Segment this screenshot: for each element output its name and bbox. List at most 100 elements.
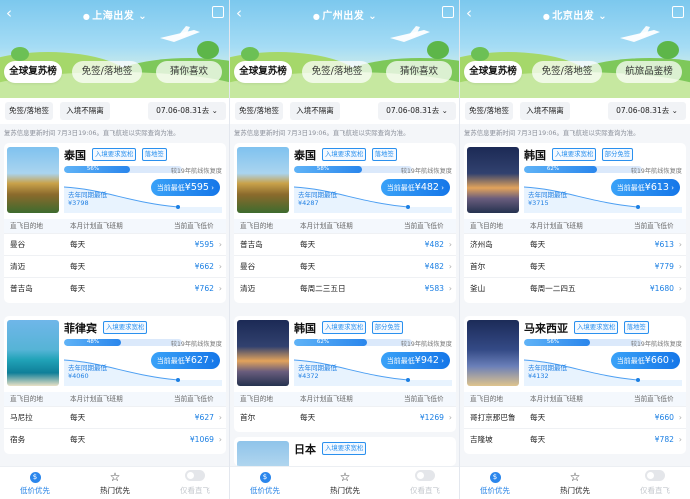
last-year-label: 去年同期最低 (298, 364, 337, 372)
last-year-price: ¥4287 (298, 199, 319, 207)
filter-chip-1[interactable]: 免签/落地签 (465, 102, 513, 120)
toggle-icon (625, 470, 685, 484)
lowest-price-button[interactable]: 当前最低¥482 › (380, 179, 450, 196)
flight-row[interactable]: 普吉岛 每天 ¥762 › (4, 277, 226, 299)
lowest-price-button[interactable]: 当前最低¥613 › (610, 179, 680, 196)
nav-item-2[interactable]: ☆ 热门优先 (315, 470, 375, 496)
destination-card[interactable]: 菲律宾 入境要求宽松 48% 较19年航线恢复度 去年同期最低 ¥4060 当前最低¥627… (4, 316, 226, 454)
nav-item-3[interactable]: 仅看直飞 (395, 470, 455, 496)
flight-row[interactable]: 吉隆坡 每天 ¥782 › (464, 428, 686, 450)
lowest-label: 当前最低 (616, 357, 645, 365)
tab-2[interactable]: 免签/落地签 (532, 61, 602, 83)
destination-city: 普吉岛 (240, 240, 263, 249)
flight-row[interactable]: 马尼拉 每天 ¥627 › (4, 406, 226, 428)
lowest-price-button[interactable]: 当前最低¥627 › (150, 352, 220, 369)
chevron-right-icon: › (218, 435, 222, 444)
departure-city-selector[interactable]: ● 广州出发 ⌄ (230, 7, 459, 22)
last-year-label: 去年同期最低 (68, 364, 107, 372)
last-year-price: ¥4372 (298, 372, 319, 380)
tab-2[interactable]: 免签/落地签 (302, 61, 372, 83)
flight-schedule: 每天 (70, 284, 86, 293)
destination-city: 哥打京那巴鲁 (470, 413, 516, 422)
star-outline-icon: ☆ (339, 470, 351, 484)
flight-row[interactable]: 普吉岛 每天 ¥482 › (234, 233, 456, 255)
lowest-price-button[interactable]: 当前最低¥942 › (380, 352, 450, 369)
tab-1[interactable]: 全球复苏榜 (4, 61, 62, 83)
flight-row[interactable]: 哥打京那巴鲁 每天 ¥660 › (464, 406, 686, 428)
nav-item-1[interactable]: $ 低价优先 (5, 470, 65, 496)
category-tabs: 全球复苏榜 免签/落地签 航旅品鉴榜 (460, 61, 690, 85)
date-range-filter[interactable]: 07.06-08.31去 ⌄ (608, 102, 686, 120)
destination-city: 济州岛 (470, 240, 493, 249)
tab-3[interactable]: 猜你喜欢 (156, 61, 222, 83)
destination-card[interactable]: 韩国 入境要求宽松 部分免签 62% 较19年航线恢复度 去年同期最低 ¥3715 当前最低¥… (464, 143, 686, 303)
filter-chip-1[interactable]: 免签/落地签 (235, 102, 283, 120)
direct-price: ¥613 (654, 240, 674, 249)
column-header: 当前直飞低价 (404, 222, 444, 230)
flight-schedule: 每天 (300, 240, 316, 249)
share-icon[interactable] (442, 6, 454, 18)
nav-item-1[interactable]: $ 低价优先 (235, 470, 295, 496)
lowest-price-button[interactable]: 当前最低¥595 › (150, 179, 220, 196)
chevron-right-icon: › (448, 284, 452, 293)
nav-item-2[interactable]: ☆ 热门优先 (545, 470, 605, 496)
direct-flight-table-header: 直飞目的地 本月计划直飞班期 当前直飞低价 (4, 219, 226, 233)
destination-card[interactable]: 韩国 入境要求宽松 部分免签 62% 较19年航线恢复度 去年同期最低 ¥4372 当前最低¥… (234, 316, 456, 432)
lowest-price-button[interactable]: 当前最低¥660 › (610, 352, 680, 369)
app-panel-1: ‹ ● 上海出发 ⌄ 全球复苏榜 免签/落地签 猜你喜欢 免签/落地签 入境不隔离 07.06-… (0, 0, 230, 499)
tab-2[interactable]: 免签/落地签 (72, 61, 142, 83)
tab-1[interactable]: 全球复苏榜 (464, 61, 522, 83)
nav-item-3[interactable]: 仅看直飞 (625, 470, 685, 496)
nav-label: 热门优先 (330, 486, 360, 495)
tab-3[interactable]: 猜你喜欢 (386, 61, 452, 83)
flight-row[interactable]: 清迈 每天 ¥662 › (4, 255, 226, 277)
destination-card[interactable]: 泰国 入境要求宽松 落地签 58% 较19年航线恢复度 去年同期最低 ¥4287 当前最低¥4… (234, 143, 456, 303)
header-bar: ‹ ● 北京出发 ⌄ (460, 4, 690, 24)
flight-row[interactable]: 曼谷 每天 ¥595 › (4, 233, 226, 255)
nav-item-3[interactable]: 仅看直飞 (165, 470, 225, 496)
filter-chip-2[interactable]: 入境不隔离 (60, 102, 110, 120)
nav-item-1[interactable]: $ 低价优先 (465, 470, 525, 496)
date-range-filter[interactable]: 07.06-08.31去 ⌄ (148, 102, 226, 120)
column-header: 本月计划直飞班期 (70, 222, 123, 230)
tab-3[interactable]: 航旅品鉴榜 (616, 61, 682, 83)
filter-chip-1[interactable]: 免签/落地签 (5, 102, 53, 120)
last-year-label: 去年同期最低 (68, 191, 107, 199)
flight-row[interactable]: 首尔 每天 ¥779 › (464, 255, 686, 277)
flight-row[interactable]: 清迈 每周二三五日 ¥583 › (234, 277, 456, 299)
flight-row[interactable]: 首尔 每天 ¥1269 › (234, 406, 456, 428)
departure-city-selector[interactable]: ● 北京出发 ⌄ (460, 7, 690, 22)
filter-chip-2[interactable]: 入境不隔离 (290, 102, 340, 120)
destination-card[interactable]: 马来西亚 入境要求宽松 落地签 56% 较19年航线恢复度 去年同期最低 ¥4132 当前最低… (464, 316, 686, 454)
departure-city-label: 上海出发 (92, 11, 135, 22)
flight-row[interactable]: 宿务 每天 ¥1069 › (4, 428, 226, 450)
direct-flight-table-header: 直飞目的地 本月计划直飞班期 当前直飞低价 (234, 219, 456, 233)
direct-price: ¥1069 (189, 435, 214, 444)
filter-label: 07.06-08.31去 (616, 106, 670, 115)
destination-card[interactable]: 泰国 入境要求宽松 落地签 56% 较19年航线恢复度 去年同期最低 ¥3798 当前最低¥5… (4, 143, 226, 303)
column-header: 直飞目的地 (240, 395, 273, 403)
destination-card[interactable]: 日本 入境要求宽松 (234, 437, 456, 466)
flight-schedule: 每天 (70, 262, 86, 271)
filter-label: 免签/落地签 (8, 106, 50, 115)
bottom-nav: $ 低价优先 ☆ 热门优先 仅看直飞 (0, 466, 229, 499)
date-range-filter[interactable]: 07.06-08.31去 ⌄ (378, 102, 456, 120)
policy-tag: 入境要求宽松 (322, 148, 367, 161)
flight-row[interactable]: 釜山 每周一二四五 ¥1680 › (464, 277, 686, 299)
header-bar: ‹ ● 广州出发 ⌄ (230, 4, 459, 24)
flight-row[interactable]: 曼谷 每天 ¥482 › (234, 255, 456, 277)
lowest-label: 当前最低 (386, 184, 415, 192)
share-icon[interactable] (212, 6, 224, 18)
filter-chip-2[interactable]: 入境不隔离 (520, 102, 570, 120)
policy-tag: 入境要求宽松 (92, 148, 137, 161)
direct-price: ¥627 (194, 413, 214, 422)
filter-bar: 免签/落地签 入境不隔离 07.06-08.31去 ⌄ (230, 98, 459, 124)
departure-city-selector[interactable]: ● 上海出发 ⌄ (0, 7, 229, 22)
direct-price: ¥1680 (649, 284, 674, 293)
column-header: 当前直飞低价 (634, 395, 674, 403)
share-icon[interactable] (672, 6, 684, 18)
tab-1[interactable]: 全球复苏榜 (234, 61, 292, 83)
nav-item-2[interactable]: ☆ 热门优先 (85, 470, 145, 496)
flight-row[interactable]: 济州岛 每天 ¥613 › (464, 233, 686, 255)
destination-city: 普吉岛 (10, 284, 33, 293)
